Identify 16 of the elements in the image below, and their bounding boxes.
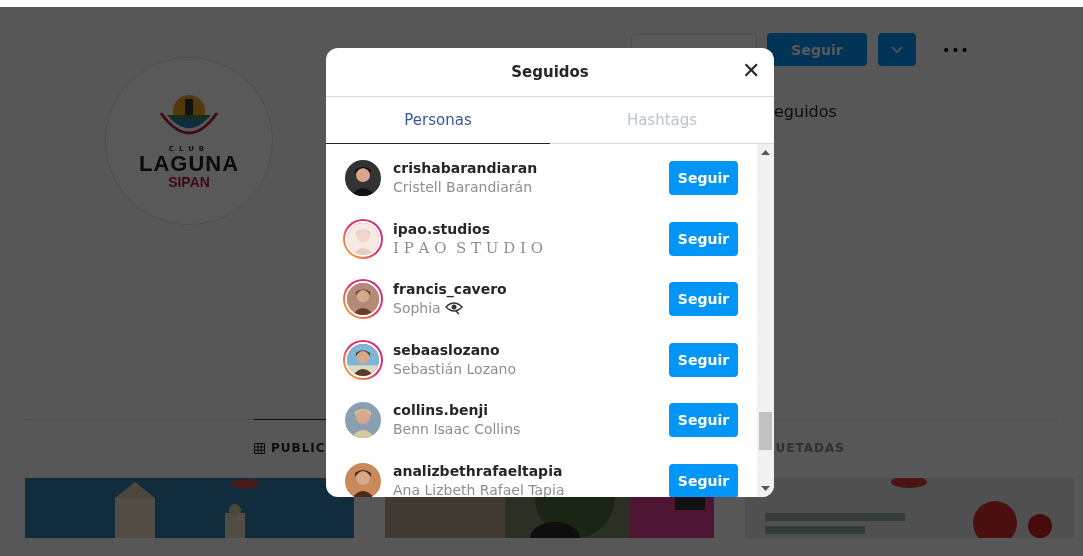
username: sebaaslozano xyxy=(393,340,501,359)
logo-text: LAGUNA xyxy=(138,153,240,175)
full-name: Benn Isaac Collins xyxy=(393,420,521,440)
username: crishabarandiaran xyxy=(393,159,539,178)
full-name: Sophia xyxy=(393,299,441,319)
following-count: eguidos xyxy=(774,102,838,121)
username: francis_cavero xyxy=(393,280,508,299)
full-name: Cristell Barandiarán xyxy=(393,178,532,198)
full-name: Ana Lizbeth Rafael Tapia xyxy=(393,480,565,497)
logo-text: SIPAN xyxy=(168,175,210,189)
username: ipao.studios xyxy=(393,219,491,238)
username: analizbethrafaeltapia xyxy=(393,461,564,480)
dialog-title: Seguidos xyxy=(511,63,589,81)
username: collins.benji xyxy=(393,401,489,420)
full-name: I P A O S T U D I O xyxy=(393,237,543,258)
full-name: Sebastián Lozano xyxy=(393,359,517,379)
